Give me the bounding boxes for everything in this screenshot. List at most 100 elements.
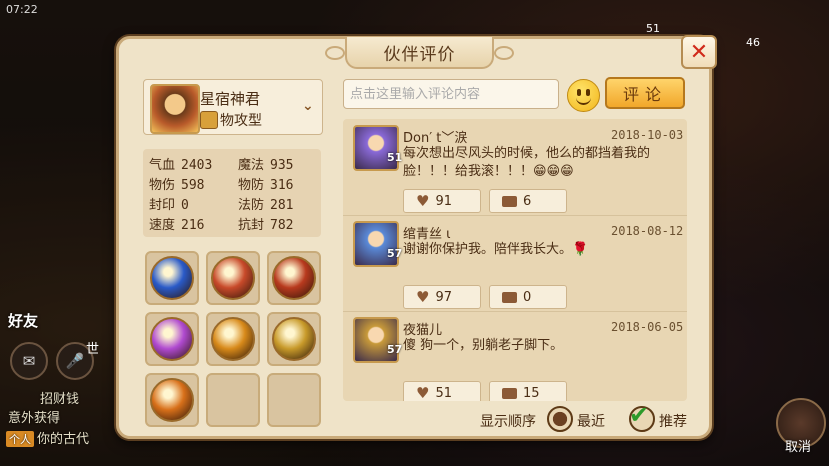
empty-skill-slot — [267, 373, 321, 427]
commenter-level: 51 — [387, 151, 403, 164]
partner-selector[interactable]: 星宿神君 物攻型 ⌄ — [143, 79, 323, 135]
skill-slot[interactable] — [145, 312, 199, 366]
stat-label: 物防 — [238, 177, 265, 193]
commenter-name: 夜猫儿 — [403, 323, 443, 338]
commenter-level: 57 — [387, 247, 403, 260]
stat-speed: 速度 216 — [143, 214, 232, 233]
submit-comment-button[interactable]: 评论 — [605, 77, 685, 109]
stat-value: 935 — [270, 157, 294, 173]
skill-slot[interactable] — [267, 251, 321, 305]
checkmark-icon: ✔ — [629, 401, 650, 429]
stat-value: 782 — [270, 217, 294, 233]
bg-level-badge: 46 — [746, 36, 760, 49]
golden-flame-skill-icon — [211, 317, 255, 361]
sort-order-label: 显示顺序 — [480, 414, 536, 430]
comment-input[interactable] — [343, 79, 559, 109]
like-count: 51 — [435, 385, 452, 401]
stat-label: 气血 — [149, 157, 176, 173]
orange-flame-skill-icon — [150, 378, 194, 422]
chevron-down-icon[interactable]: ⌄ — [302, 98, 314, 114]
skill-slot[interactable] — [145, 373, 199, 427]
speech-bubble-icon — [502, 383, 517, 399]
commenter-avatar[interactable] — [353, 221, 399, 267]
chat-text: 意外获得 — [8, 411, 61, 426]
heart-icon: ♥ — [416, 384, 430, 401]
stat-row: 气血 2403 魔法 935 — [143, 153, 321, 173]
stat-row: 物伤 598 物防 316 — [143, 173, 321, 193]
stat-value: 281 — [270, 197, 294, 213]
stat-value: 2403 — [181, 157, 213, 173]
comment-item: 57 绾青丝 ι 2018-08-12 谢谢你保护我。陪伴我长大。🌹 ♥ 97 0 — [343, 215, 687, 312]
emoji-button[interactable] — [567, 79, 600, 112]
partner-review-dialog: 伙伴评价 ✕ 星宿神君 物攻型 ⌄ 气血 2403 魔法 935 物伤 598 物防 3… — [116, 35, 717, 439]
stat-label: 魔法 — [238, 157, 265, 173]
close-icon: ✕ — [689, 39, 709, 65]
skill-slot[interactable] — [206, 251, 260, 305]
stat-phys-damage: 物伤 598 — [143, 174, 232, 193]
sort-recent-label[interactable]: 最近 — [577, 411, 605, 431]
skill-slot[interactable] — [145, 251, 199, 305]
stat-magic-defense: 法防 281 — [232, 194, 321, 213]
like-count: 91 — [435, 193, 452, 209]
heart-icon: ♥ — [416, 192, 430, 210]
chat-text: 你的古代 — [37, 432, 90, 447]
commenter-level: 57 — [387, 343, 403, 356]
partner-name: 星宿神君 — [200, 90, 261, 108]
close-button[interactable]: ✕ — [681, 35, 717, 69]
heart-icon: ♥ — [416, 288, 430, 306]
reply-button[interactable]: 15 — [489, 381, 567, 401]
stat-seal-resist: 抗封 782 — [232, 214, 321, 233]
sort-recent-radio[interactable] — [547, 406, 573, 432]
skill-slot[interactable] — [206, 312, 260, 366]
reply-count: 6 — [523, 193, 532, 209]
comment-date: 2018-06-05 — [611, 320, 684, 334]
like-count: 97 — [435, 289, 452, 305]
stat-value: 598 — [181, 177, 205, 193]
cancel-label: 取消 — [785, 440, 812, 455]
like-button[interactable]: ♥ 51 — [403, 381, 481, 401]
comment-text: 每次想出尽风头的时候，他么的都挡着我的脸！！！给我滚！！！😁😁😁 — [403, 146, 651, 179]
comment-date: 2018-10-03 — [611, 128, 684, 142]
fire-swirl-skill-icon — [211, 256, 255, 300]
stat-value: 0 — [181, 197, 189, 213]
chat-channel-tag: 个人 — [6, 431, 34, 447]
skill-slot[interactable] — [267, 312, 321, 366]
reply-button[interactable]: 6 — [489, 189, 567, 213]
speech-bubble-icon — [502, 287, 517, 303]
partner-type: 物攻型 — [220, 113, 262, 129]
stat-phys-defense: 物防 316 — [232, 174, 321, 193]
chat-icon[interactable]: ✉ — [10, 342, 48, 380]
commenter-avatar[interactable] — [353, 125, 399, 171]
bg-level-badge: 51 — [646, 22, 660, 35]
reply-button[interactable]: 0 — [489, 285, 567, 309]
purple-vortex-skill-icon — [150, 317, 194, 361]
chat-message: 个人 你的古代 — [6, 428, 89, 447]
comment-list[interactable]: 51 Don′ t﹀涙 2018-10-03 每次想出尽风头的时候，他么的都挡着… — [343, 119, 687, 401]
stat-row: 速度 216 抗封 782 — [143, 213, 321, 233]
stat-row: 封印 0 法防 281 — [143, 193, 321, 213]
stat-hp: 气血 2403 — [143, 154, 232, 173]
like-button[interactable]: ♥ 97 — [403, 285, 481, 309]
like-button[interactable]: ♥ 91 — [403, 189, 481, 213]
stat-label: 物伤 — [149, 177, 176, 193]
partner-stats: 气血 2403 魔法 935 物伤 598 物防 316 封印 0 法防 281 速度 216… — [143, 149, 321, 237]
comment-date: 2018-08-12 — [611, 224, 684, 238]
chat-message: 意外获得 — [8, 407, 60, 426]
stat-label: 速度 — [149, 217, 176, 233]
commenter-name: Don′ t﹀涙 — [403, 131, 468, 146]
reply-count: 0 — [523, 289, 532, 305]
stat-value: 316 — [270, 177, 294, 193]
stat-label: 封印 — [149, 197, 176, 213]
commenter-avatar[interactable] — [353, 317, 399, 363]
skill-grid — [145, 251, 325, 427]
stat-seal: 封印 0 — [143, 194, 232, 213]
friends-button[interactable]: 好友 — [8, 310, 38, 331]
world-channel-label[interactable]: 世 — [86, 338, 99, 357]
status-time: 07:22 — [6, 3, 38, 16]
sort-recommend-label[interactable]: 推荐 — [659, 411, 687, 431]
empty-skill-slot — [206, 373, 260, 427]
blue-slash-skill-icon — [150, 256, 194, 300]
smiley-icon — [576, 97, 591, 105]
partner-portrait — [150, 84, 200, 134]
chat-message: 招财钱 — [40, 388, 79, 407]
